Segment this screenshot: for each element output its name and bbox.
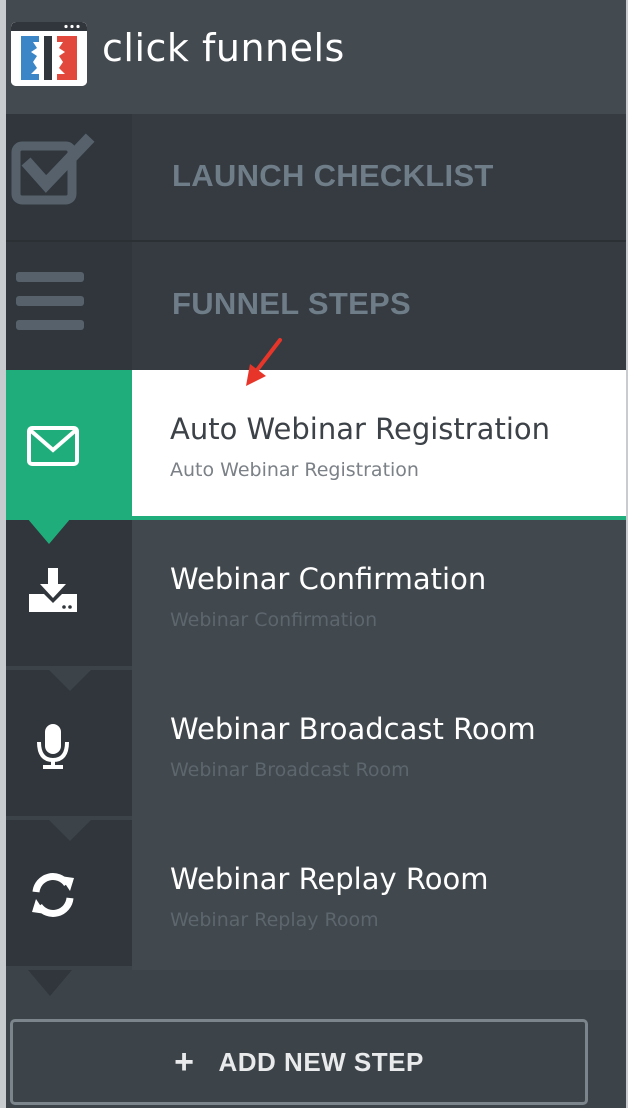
step-subtitle: Webinar Broadcast Room bbox=[170, 759, 410, 781]
brand-name: click funnels bbox=[102, 26, 345, 70]
funnel-step-item[interactable]: Auto Webinar Registration Auto Webinar R… bbox=[6, 370, 626, 544]
step-title: Auto Webinar Registration bbox=[170, 412, 551, 446]
nav-icon-column bbox=[6, 242, 132, 370]
funnel-sidebar: click funnels LAUNCH CHECKLIST FUNNEL ST… bbox=[6, 0, 626, 1108]
nav-label-launch-checklist: LAUNCH CHECKLIST bbox=[172, 158, 494, 193]
funnel-step-item[interactable]: Webinar Replay Room Webinar Replay Room bbox=[6, 819, 626, 970]
step-title: Webinar Replay Room bbox=[170, 862, 489, 896]
step-subtitle: Webinar Replay Room bbox=[170, 909, 379, 931]
step-title: Webinar Broadcast Room bbox=[170, 712, 536, 746]
active-step-pointer bbox=[27, 518, 71, 544]
step-body: Webinar Replay Room Webinar Replay Room bbox=[132, 820, 626, 970]
funnel-step-item[interactable]: Webinar Confirmation Webinar Confirmatio… bbox=[6, 520, 626, 670]
step-connector-notch bbox=[48, 669, 92, 691]
step-title: Webinar Confirmation bbox=[170, 562, 487, 596]
add-new-step-button[interactable]: + ADD NEW STEP bbox=[10, 1019, 588, 1105]
add-new-step-label: ADD NEW STEP bbox=[218, 1046, 424, 1077]
step-body: Webinar Broadcast Room Webinar Broadcast… bbox=[132, 670, 626, 820]
step-subtitle: Webinar Confirmation bbox=[170, 609, 378, 631]
step-connector-notch bbox=[28, 970, 72, 996]
nav-label-funnel-steps: FUNNEL STEPS bbox=[172, 286, 412, 321]
plus-icon: + bbox=[174, 1043, 195, 1081]
step-icon-column bbox=[6, 370, 132, 520]
sidebar-header: click funnels bbox=[6, 0, 626, 114]
step-icon-column bbox=[6, 670, 132, 816]
envelope-icon bbox=[27, 426, 79, 466]
step-body: Auto Webinar Registration Auto Webinar R… bbox=[132, 370, 626, 520]
microphone-icon bbox=[37, 724, 69, 769]
refresh-icon bbox=[32, 873, 74, 917]
step-connector-notch bbox=[48, 819, 92, 841]
nav-launch-checklist[interactable]: LAUNCH CHECKLIST bbox=[6, 114, 626, 240]
annotation-arrow-icon bbox=[246, 338, 282, 386]
clickfunnels-logo-icon[interactable] bbox=[11, 22, 87, 86]
step-icon-column bbox=[6, 820, 132, 966]
nav-icon-column bbox=[6, 114, 132, 240]
checklist-icon bbox=[11, 133, 95, 205]
nav-funnel-steps[interactable]: FUNNEL STEPS bbox=[6, 242, 626, 370]
funnel-step-item[interactable]: Webinar Broadcast Room Webinar Broadcast… bbox=[6, 669, 626, 820]
step-subtitle: Auto Webinar Registration bbox=[170, 459, 419, 481]
hamburger-menu-icon bbox=[16, 272, 84, 330]
step-body: Webinar Confirmation Webinar Confirmatio… bbox=[132, 520, 626, 670]
